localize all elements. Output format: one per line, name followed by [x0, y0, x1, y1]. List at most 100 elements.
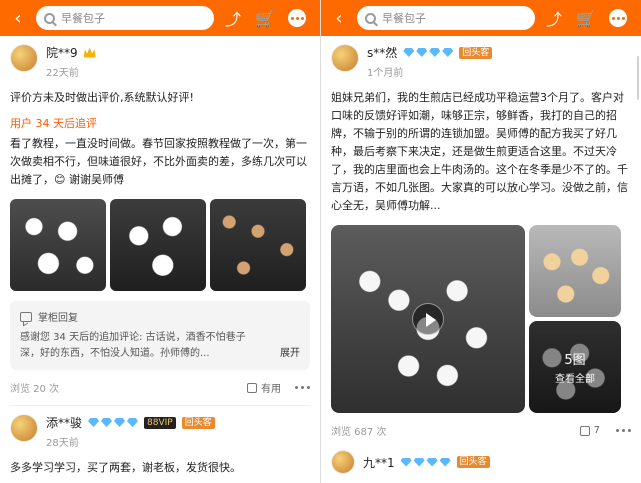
- followup-text: 看了教程，一直没时间做。春节回家按照教程做了一次，第一次做卖相不行，但味道很好，…: [10, 137, 307, 186]
- expand-link[interactable]: 展开: [280, 346, 300, 362]
- useful-label: 有用: [261, 384, 281, 395]
- header-actions: ⤴ 🛒: [545, 9, 627, 29]
- diamond-icon: [101, 418, 113, 427]
- right-panel: ‹ 早餐包子 ⤴ 🛒 s**然 回头客 1个月前 姐妹兄弟们，我的生煎店已经成功…: [321, 0, 641, 483]
- user-name-row: 添**骏 88VIP 回头客: [46, 414, 215, 431]
- right-user-1: s**然 回头客 1个月前: [331, 44, 631, 79]
- review-image-2[interactable]: [110, 199, 206, 291]
- left-content: 院**9 22天前 评价方未及时做出评价,系统默认好评! 用户 34 天后追评 …: [0, 36, 320, 483]
- left-user-1: 院**9 22天前: [10, 44, 310, 79]
- search-input[interactable]: 早餐包子: [36, 6, 214, 30]
- diamond-icon: [88, 418, 100, 427]
- footer-actions: 有用: [247, 380, 310, 395]
- footer-actions: 7: [579, 425, 631, 436]
- user-name: 九**1: [363, 455, 395, 470]
- diamond-icon: [439, 457, 451, 467]
- diamond-badges: [400, 457, 451, 467]
- top-bar: ‹ 早餐包子 ⤴ 🛒: [0, 0, 320, 36]
- diamond-icon: [413, 457, 425, 467]
- view-all-overlay[interactable]: 5图 查看全部: [529, 321, 621, 413]
- user-time: 1个月前: [367, 68, 404, 79]
- diamond-icon: [416, 48, 428, 57]
- user-name: 院**9: [46, 46, 78, 60]
- diamond-icon: [114, 418, 126, 427]
- header-actions: ⤴ 🛒: [224, 9, 306, 29]
- play-icon[interactable]: [412, 303, 444, 335]
- avatar[interactable]: [10, 414, 38, 442]
- seller-reply: 掌柜回复 感谢您 34 天后的追加评论: 古话说，酒香不怕巷子深，好的东西，不怕…: [10, 301, 310, 370]
- seller-reply-title: 掌柜回复: [38, 313, 78, 324]
- user-name-row: 院**9: [46, 44, 96, 61]
- review-image-3[interactable]: [210, 199, 306, 291]
- right-content: s**然 回头客 1个月前 姐妹兄弟们，我的生煎店已经成功平稳运营3个月了。客户…: [321, 36, 641, 483]
- review-footer: 浏览 687 次 7: [331, 423, 631, 438]
- seller-reply-header: 掌柜回复: [20, 309, 300, 324]
- returning-badge: 回头客: [456, 456, 490, 468]
- like-button[interactable]: 7: [579, 425, 600, 436]
- useful-button[interactable]: 有用: [247, 380, 281, 395]
- avatar[interactable]: [10, 44, 38, 72]
- user-name-row: 九**1 回头客: [363, 454, 490, 471]
- diamond-badges: [403, 48, 454, 57]
- search-placeholder: 早餐包子: [61, 12, 105, 25]
- crown-icon: [83, 47, 96, 58]
- diamond-icon: [400, 457, 412, 467]
- user-time: 22天前: [46, 68, 79, 79]
- vip-badge: 88VIP: [144, 416, 176, 429]
- gallery-image[interactable]: 5图 查看全部: [529, 321, 621, 413]
- views-count: 浏览 687 次: [331, 427, 387, 438]
- divider: [10, 405, 310, 406]
- user-name: s**然: [367, 46, 398, 60]
- diamond-icon: [442, 48, 454, 57]
- review-image-1[interactable]: [10, 199, 106, 291]
- search-placeholder: 早餐包子: [382, 12, 426, 25]
- top-bar: ‹ 早餐包子 ⤴ 🛒: [321, 0, 641, 36]
- back-icon[interactable]: ‹: [8, 8, 28, 29]
- review-gallery: 5图 查看全部: [331, 225, 631, 413]
- views-count: 浏览 20 次: [10, 384, 60, 395]
- search-icon: [365, 12, 376, 24]
- review-footer: 浏览 20 次 有用: [10, 380, 310, 395]
- gallery-image[interactable]: [529, 225, 621, 317]
- more-options-icon[interactable]: [295, 386, 310, 389]
- user-meta: 添**骏 88VIP 回头客 28天前: [46, 414, 215, 449]
- followup-label: 用户 34 天后追评: [10, 117, 97, 130]
- right-user-2: 九**1 回头客: [331, 450, 631, 474]
- review-text: 评价方未及时做出评价,系统默认好评!: [10, 91, 194, 104]
- user-meta: s**然 回头客 1个月前: [367, 44, 493, 79]
- cart-icon[interactable]: 🛒: [576, 9, 596, 28]
- screenshot-root: ‹ 早餐包子 ⤴ 🛒 院**9 22天前 评价方未及时做出评价,系统默认好评! …: [0, 0, 641, 483]
- user-name: 添**骏: [46, 416, 83, 430]
- user-time: 28天前: [46, 438, 79, 449]
- images-count: 5图: [564, 353, 586, 368]
- avatar[interactable]: [331, 44, 359, 72]
- gallery-stack: 5图 查看全部: [529, 225, 621, 413]
- review-text: 姐妹兄弟们，我的生煎店已经成功平稳运营3个月了。客户对口味的反馈好评如潮，味够正…: [331, 91, 628, 212]
- more-options-icon[interactable]: [616, 429, 631, 432]
- returning-badge: 回头客: [181, 416, 215, 429]
- user-name-row: s**然 回头客: [367, 44, 493, 61]
- diamond-icon: [429, 48, 441, 57]
- left-panel: ‹ 早餐包子 ⤴ 🛒 院**9 22天前 评价方未及时做出评价,系统默认好评! …: [0, 0, 320, 483]
- seller-reply-body: 感谢您 34 天后的追加评论: 古话说，酒香不怕巷子深，好的东西，不怕没人知道。…: [20, 332, 246, 359]
- review-text: 多多学习学习，买了两套，谢老板，发货很快。: [10, 461, 241, 474]
- diamond-badges: [88, 418, 139, 427]
- search-input[interactable]: 早餐包子: [357, 6, 535, 30]
- more-icon[interactable]: [288, 9, 306, 27]
- back-icon[interactable]: ‹: [329, 8, 349, 29]
- view-all-label: 查看全部: [555, 374, 595, 385]
- likes-count: 7: [593, 425, 600, 436]
- diamond-icon: [426, 457, 438, 467]
- more-icon[interactable]: [609, 9, 627, 27]
- review-images: [10, 199, 310, 291]
- video-thumbnail[interactable]: [331, 225, 525, 413]
- share-icon[interactable]: ⤴: [545, 9, 563, 29]
- share-icon[interactable]: ⤴: [224, 9, 242, 29]
- diamond-icon: [127, 418, 139, 427]
- seller-reply-text: 感谢您 34 天后的追加评论: 古话说，酒香不怕巷子深，好的东西，不怕没人知道。…: [20, 330, 300, 362]
- avatar[interactable]: [331, 450, 355, 474]
- left-user-2: 添**骏 88VIP 回头客 28天前: [10, 414, 310, 449]
- thumb-icon: [579, 425, 590, 436]
- cart-icon[interactable]: 🛒: [255, 9, 275, 28]
- returning-badge: 回头客: [459, 46, 493, 59]
